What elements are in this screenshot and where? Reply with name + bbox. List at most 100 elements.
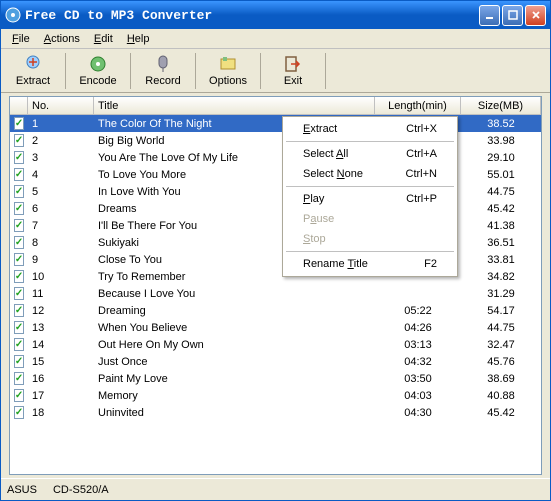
- row-checkbox[interactable]: ✓: [10, 285, 28, 302]
- maximize-button[interactable]: [502, 5, 523, 26]
- menu-file[interactable]: File: [5, 31, 37, 47]
- context-shortcut: Ctrl+X: [406, 123, 437, 135]
- table-row[interactable]: ✓14Out Here On My Own03:1332.47: [10, 336, 541, 353]
- row-title: Because I Love You: [94, 285, 375, 302]
- row-checkbox[interactable]: ✓: [10, 217, 28, 234]
- row-size: 29.10: [461, 149, 541, 166]
- toolbar: Extract Encode Record Options Exit: [1, 49, 550, 93]
- row-title: Just Once: [94, 353, 375, 370]
- table-row[interactable]: ✓11Because I Love You31.29: [10, 285, 541, 302]
- row-checkbox[interactable]: ✓: [10, 404, 28, 421]
- options-icon: [218, 54, 238, 74]
- table-row[interactable]: ✓8Sukiyaki36.51: [10, 234, 541, 251]
- row-checkbox[interactable]: ✓: [10, 319, 28, 336]
- row-length: 03:13: [375, 336, 461, 353]
- row-size: 33.98: [461, 132, 541, 149]
- toolbar-extract[interactable]: Extract: [5, 51, 61, 91]
- row-no: 8: [28, 234, 94, 251]
- table-row[interactable]: ✓7I'll Be There For You41.38: [10, 217, 541, 234]
- menu-edit[interactable]: Edit: [87, 31, 120, 47]
- toolbar-encode[interactable]: Encode: [70, 51, 126, 91]
- col-no[interactable]: No.: [28, 97, 94, 114]
- row-no: 16: [28, 370, 94, 387]
- row-checkbox[interactable]: ✓: [10, 336, 28, 353]
- menu-actions[interactable]: Actions: [37, 31, 87, 47]
- row-no: 7: [28, 217, 94, 234]
- row-checkbox[interactable]: ✓: [10, 166, 28, 183]
- table-row[interactable]: ✓3You Are The Love Of My Life29.10: [10, 149, 541, 166]
- toolbar-label: Record: [145, 75, 180, 87]
- row-length: 04:30: [375, 404, 461, 421]
- row-checkbox[interactable]: ✓: [10, 132, 28, 149]
- context-item[interactable]: Select AllCtrl+A: [285, 144, 455, 164]
- row-size: 36.51: [461, 234, 541, 251]
- row-checkbox[interactable]: ✓: [10, 370, 28, 387]
- context-item[interactable]: PlayCtrl+P: [285, 189, 455, 209]
- table-row[interactable]: ✓10Try To Remember34.82: [10, 268, 541, 285]
- col-length[interactable]: Length(min): [375, 97, 461, 114]
- app-icon: [5, 7, 21, 23]
- track-list[interactable]: No. Title Length(min) Size(MB) ✓1The Col…: [9, 96, 542, 475]
- row-no: 10: [28, 268, 94, 285]
- toolbar-options[interactable]: Options: [200, 51, 256, 91]
- row-checkbox[interactable]: ✓: [10, 200, 28, 217]
- row-length: 05:22: [375, 302, 461, 319]
- toolbar-label: Extract: [16, 75, 50, 87]
- toolbar-separator: [130, 53, 131, 89]
- row-length: 04:26: [375, 319, 461, 336]
- close-button[interactable]: [525, 5, 546, 26]
- col-check[interactable]: [10, 97, 28, 114]
- row-size: 40.88: [461, 387, 541, 404]
- table-row[interactable]: ✓4To Love You More55.01: [10, 166, 541, 183]
- table-row[interactable]: ✓6Dreams45.42: [10, 200, 541, 217]
- extract-icon: [23, 54, 43, 74]
- row-no: 4: [28, 166, 94, 183]
- row-checkbox[interactable]: ✓: [10, 234, 28, 251]
- row-length: 04:32: [375, 353, 461, 370]
- row-checkbox[interactable]: ✓: [10, 387, 28, 404]
- table-row[interactable]: ✓16Paint My Love03:5038.69: [10, 370, 541, 387]
- status-vendor: ASUS: [7, 484, 37, 496]
- table-row[interactable]: ✓1The Color Of The Night03:4938.52: [10, 115, 541, 132]
- col-size[interactable]: Size(MB): [461, 97, 541, 114]
- row-no: 12: [28, 302, 94, 319]
- toolbar-exit[interactable]: Exit: [265, 51, 321, 91]
- table-row[interactable]: ✓12Dreaming05:2254.17: [10, 302, 541, 319]
- context-item[interactable]: Rename TitleF2: [285, 254, 455, 274]
- context-label: Extract: [303, 123, 337, 135]
- status-drive: CD-S520/A: [53, 484, 109, 496]
- row-checkbox[interactable]: ✓: [10, 302, 28, 319]
- menubar: File Actions Edit Help: [1, 29, 550, 49]
- minimize-button[interactable]: [479, 5, 500, 26]
- table-row[interactable]: ✓9Close To You33.81: [10, 251, 541, 268]
- menu-help[interactable]: Help: [120, 31, 157, 47]
- table-row[interactable]: ✓5In Love With You44.75: [10, 183, 541, 200]
- row-checkbox[interactable]: ✓: [10, 268, 28, 285]
- context-separator: [286, 141, 454, 142]
- row-title: Paint My Love: [94, 370, 375, 387]
- list-header: No. Title Length(min) Size(MB): [10, 97, 541, 115]
- row-no: 15: [28, 353, 94, 370]
- table-row[interactable]: ✓13When You Believe04:2644.75: [10, 319, 541, 336]
- context-separator: [286, 186, 454, 187]
- row-no: 14: [28, 336, 94, 353]
- table-row[interactable]: ✓17Memory04:0340.88: [10, 387, 541, 404]
- row-checkbox[interactable]: ✓: [10, 115, 28, 132]
- row-checkbox[interactable]: ✓: [10, 353, 28, 370]
- table-row[interactable]: ✓18Uninvited04:3045.42: [10, 404, 541, 421]
- table-row[interactable]: ✓2Big Big World33.98: [10, 132, 541, 149]
- row-length: 04:03: [375, 387, 461, 404]
- row-checkbox[interactable]: ✓: [10, 149, 28, 166]
- row-no: 5: [28, 183, 94, 200]
- table-row[interactable]: ✓15Just Once04:3245.76: [10, 353, 541, 370]
- col-title[interactable]: Title: [94, 97, 375, 114]
- row-checkbox[interactable]: ✓: [10, 183, 28, 200]
- context-item[interactable]: Extract Ctrl+X: [285, 119, 455, 139]
- row-size: 55.01: [461, 166, 541, 183]
- row-size: 44.75: [461, 183, 541, 200]
- row-no: 2: [28, 132, 94, 149]
- context-label: Select None: [303, 168, 363, 180]
- context-item[interactable]: Select NoneCtrl+N: [285, 164, 455, 184]
- row-checkbox[interactable]: ✓: [10, 251, 28, 268]
- toolbar-record[interactable]: Record: [135, 51, 191, 91]
